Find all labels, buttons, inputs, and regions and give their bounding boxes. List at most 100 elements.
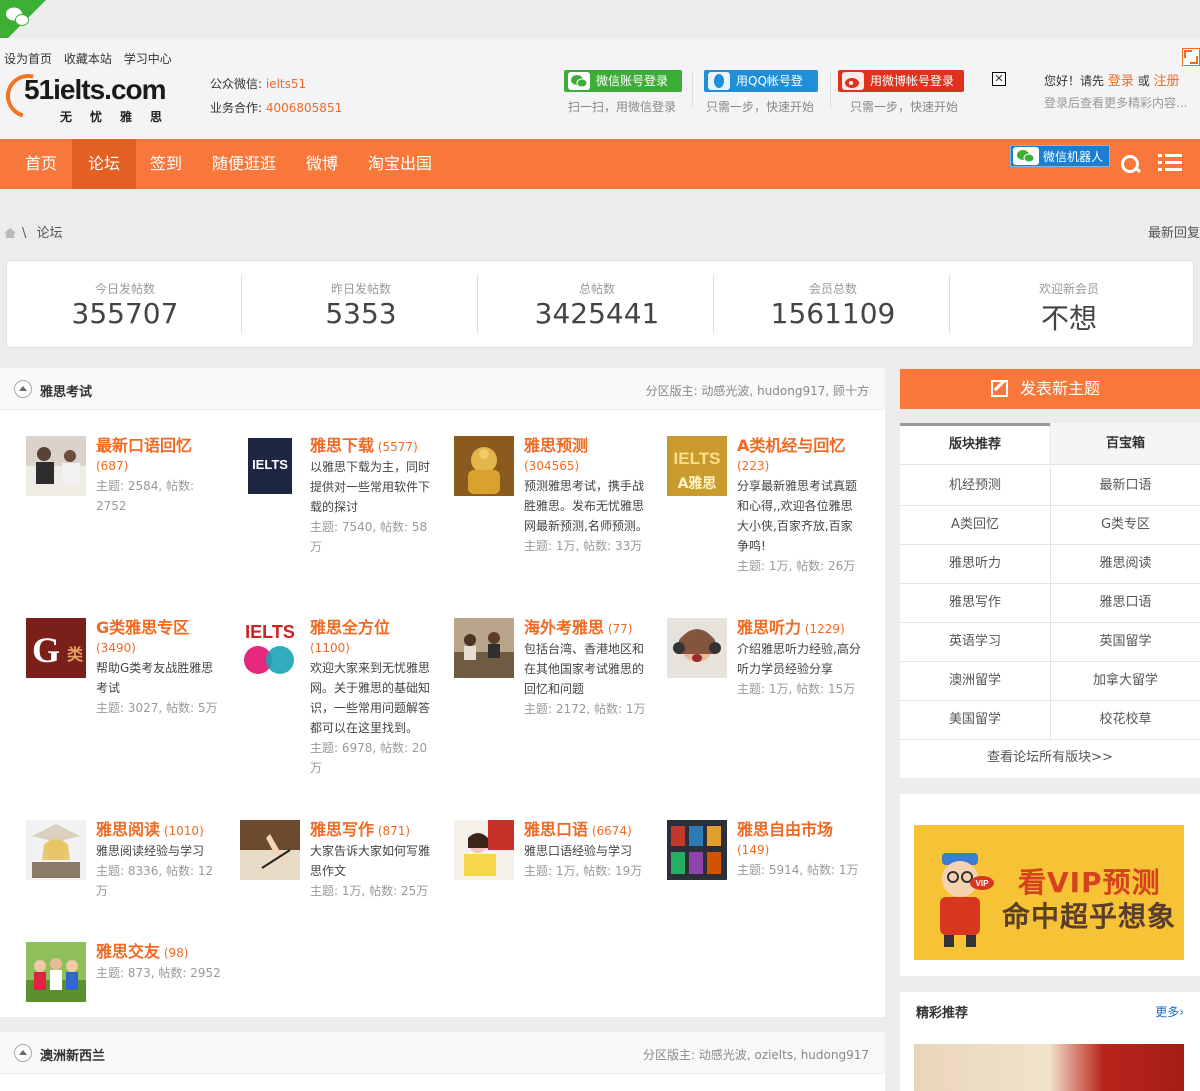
forum-name[interactable]: 雅思全方位	[310, 618, 450, 638]
more-link[interactable]: 更多›	[1155, 1003, 1184, 1020]
board-link[interactable]: 雅思口语	[1050, 584, 1200, 623]
login-link[interactable]: 登录	[1108, 74, 1134, 89]
forum-stats: 主题: 1万, 帖数: 19万	[524, 864, 643, 878]
view-all-boards-link[interactable]: 查看论坛所有版块>>	[900, 746, 1200, 765]
greeting: 您好！请先 登录 或 注册	[1044, 70, 1180, 89]
forum-thumbnail-icon: G类	[26, 618, 86, 678]
new-topic-button[interactable]: 发表新主题	[900, 369, 1200, 409]
forum-name[interactable]: 海外考雅思	[524, 618, 604, 637]
section-header: 澳洲新西兰 分区版主: 动感光波, ozielts, hudong917	[0, 1032, 885, 1074]
greeting-text: 您好！请先	[1044, 74, 1105, 88]
stat-today: 今日发帖数 355707	[7, 261, 243, 349]
board-link[interactable]: 雅思写作	[900, 584, 1050, 623]
svg-text:G: G	[32, 630, 60, 670]
nav-taobao[interactable]: 淘宝出国	[356, 139, 444, 189]
forum-name[interactable]: 雅思阅读	[96, 820, 160, 839]
qq-login-hint: 只需一步，快速开始	[706, 100, 815, 114]
collapse-icon[interactable]	[14, 380, 32, 398]
forum-description: 雅思口语经验与学习	[524, 844, 633, 858]
nav-weibo[interactable]: 微博	[292, 139, 352, 189]
site-logo[interactable]: 51ielts.com 无忧雅思	[0, 65, 200, 127]
vip-forecast-banner[interactable]: VIP 看VIP预测 命中超乎想象	[914, 825, 1184, 960]
forum-count: (304565)	[524, 459, 580, 473]
board-link[interactable]: 英国留学	[1050, 623, 1200, 662]
board-link[interactable]: 机经预测	[900, 467, 1050, 506]
qq-login-button[interactable]: 用QQ帐号登录	[704, 70, 818, 110]
menu-icon[interactable]	[1158, 153, 1182, 173]
section-moderators: 分区版主: 动感光波, hudong917, 顾十方	[645, 384, 869, 398]
stat-new-member: 欢迎新会员 不想	[951, 261, 1187, 349]
featured-image[interactable]	[914, 1044, 1184, 1091]
wechat-icon	[1013, 147, 1039, 165]
learning-center-link[interactable]: 学习中心	[124, 52, 172, 66]
board-link[interactable]: 雅思听力	[900, 545, 1050, 584]
wechat-id: ielts51	[265, 77, 307, 91]
logo-subtitle: 无忧雅思	[60, 110, 181, 124]
board-recommend-box: 版块推荐 百宝箱 机经预测 最新口语 A类回忆 G类专区 雅思听力 雅思阅读 雅…	[900, 423, 1200, 778]
forum-count: (3490)	[96, 641, 136, 655]
tab-board-recommend[interactable]: 版块推荐	[900, 423, 1050, 465]
search-icon[interactable]	[1120, 153, 1140, 175]
section-title[interactable]: 雅思考试	[40, 381, 92, 400]
weibo-login-hint: 只需一步，快速开始	[850, 100, 959, 114]
forum-name[interactable]: 雅思口语	[524, 820, 588, 839]
breadcrumb-current[interactable]: 论坛	[37, 226, 63, 241]
forum-count: (871)	[377, 824, 411, 838]
forum-count: (1229)	[804, 622, 845, 636]
stat-value: 5353	[325, 297, 397, 330]
tab-treasure-box[interactable]: 百宝箱	[1050, 423, 1200, 465]
board-link[interactable]: G类专区	[1050, 506, 1200, 545]
forum-description: 包括台湾、香港地区和在其他国家考试雅思的回忆和问题	[524, 642, 645, 696]
board-link[interactable]: 英语学习	[900, 623, 1050, 662]
stat-label: 昨日发帖数	[330, 282, 391, 296]
forum-count: (5577)	[377, 440, 418, 454]
forum-thumbnail-icon	[454, 436, 514, 496]
board-link[interactable]: 最新口语	[1050, 467, 1200, 506]
or-text: 或	[1137, 74, 1150, 88]
greeting-hint: 登录后查看更多精彩内容...	[1044, 96, 1188, 110]
forum-name[interactable]: 雅思交友	[96, 942, 160, 961]
nav-checkin[interactable]: 签到	[136, 139, 196, 189]
mascot-icon: VIP	[940, 853, 994, 947]
forum-name[interactable]: A类机经与回忆	[737, 436, 877, 456]
weibo-login-button[interactable]: 用微博帐号登录	[838, 70, 964, 92]
nav-browse[interactable]: 随便逛逛	[200, 139, 288, 189]
forum-name[interactable]: 雅思写作	[310, 820, 374, 839]
forum-count: (1010)	[163, 824, 204, 838]
forum-name[interactable]: 最新口语回忆	[96, 436, 236, 456]
expand-icon[interactable]	[1182, 48, 1200, 66]
register-link[interactable]: 注册	[1154, 74, 1180, 89]
board-link[interactable]: A类回忆	[900, 506, 1050, 545]
board-link[interactable]: 雅思阅读	[1050, 545, 1200, 584]
collapse-icon[interactable]	[14, 1044, 32, 1062]
ad-box: VIP 看VIP预测 命中超乎想象	[900, 794, 1200, 976]
board-link[interactable]: 澳洲留学	[900, 662, 1050, 701]
forum-count: (149)	[737, 843, 770, 857]
forum-name[interactable]: 雅思听力	[737, 618, 801, 637]
wechat-login-button[interactable]: 微信账号登录	[564, 70, 682, 92]
wechat-robot-button[interactable]: 微信机器人	[1010, 145, 1110, 167]
set-homepage-link[interactable]: 设为首页	[4, 52, 52, 66]
section-title[interactable]: 澳洲新西兰	[40, 1045, 105, 1064]
nav-forum[interactable]: 论坛	[72, 139, 136, 189]
forum-name[interactable]: G类雅思专区	[96, 618, 236, 638]
forum-name[interactable]: 雅思下载	[310, 436, 374, 455]
board-link[interactable]: 校花校草	[1050, 701, 1200, 740]
breadcrumb: \ 论坛	[4, 222, 63, 241]
nav-home[interactable]: 首页	[12, 139, 70, 189]
latest-replies-link[interactable]: 最新回复	[1148, 222, 1200, 241]
board-link[interactable]: 美国留学	[900, 701, 1050, 740]
forum-name[interactable]: 雅思预测	[524, 436, 664, 456]
forum-thumbnail-icon: IELTS	[240, 618, 300, 678]
close-icon[interactable]: ✕	[992, 72, 1006, 86]
new-topic-label: 发表新主题	[1020, 379, 1101, 398]
weibo-login-label: 用微博帐号登录	[870, 74, 955, 88]
board-link[interactable]: 加拿大留学	[1050, 662, 1200, 701]
home-icon[interactable]	[4, 228, 16, 238]
site-header: 设为首页 收藏本站 学习中心 51ielts.com 无忧雅思 公众微信: ie…	[0, 38, 1200, 139]
svg-text:类: 类	[67, 645, 84, 664]
bookmark-link[interactable]: 收藏本站	[64, 52, 112, 66]
stat-value[interactable]: 不想	[951, 297, 1187, 337]
forum-description: 雅思阅读经验与学习	[96, 844, 205, 858]
forum-name[interactable]: 雅思自由市场	[737, 820, 877, 840]
